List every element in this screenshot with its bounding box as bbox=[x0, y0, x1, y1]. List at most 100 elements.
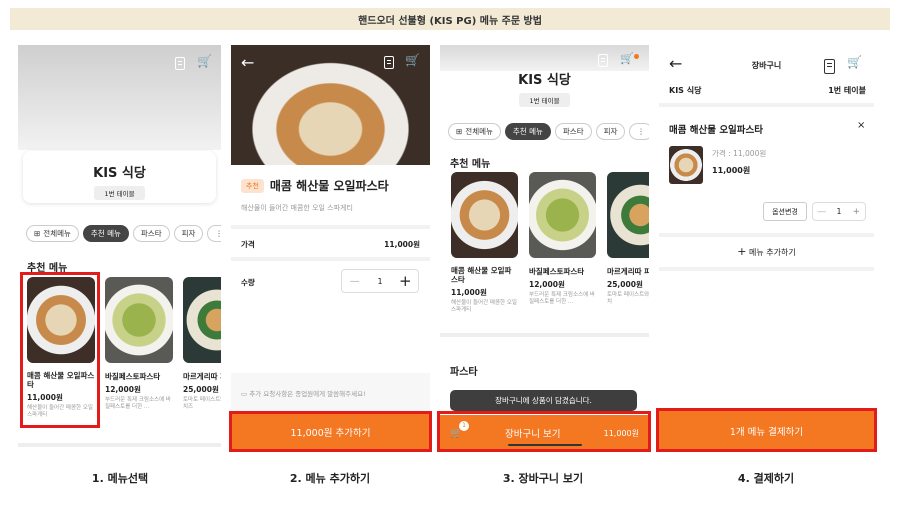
step-caption-4: 4. 결제하기 bbox=[737, 472, 795, 485]
hero-banner bbox=[440, 45, 649, 71]
cart-count-badge: 1 bbox=[459, 420, 469, 431]
menu-card[interactable]: 마르게리따 피자 25,000원 토마토 페이스트와 모짜렐라 치즈 bbox=[183, 277, 221, 411]
item-price-line: 가격 : 11,000원 bbox=[712, 149, 767, 158]
step-caption-3: 3. 장바구니 보기 bbox=[502, 472, 584, 485]
add-more-menu-button[interactable]: + 메뉴 추가하기 bbox=[659, 245, 874, 258]
tab-more[interactable]: ⋮ bbox=[629, 123, 649, 140]
tab-pasta[interactable]: 파스타 bbox=[132, 225, 170, 242]
menu-desc: 부드러운 특제 크림소스에 바질페스토를 더한 ... bbox=[105, 397, 171, 411]
plus-button[interactable]: + bbox=[848, 207, 865, 217]
menu-desc: 부드러운 특제 크림소스에 바질페스토를 더한 ... bbox=[529, 292, 595, 306]
qty-value: 1 bbox=[377, 276, 383, 286]
menu-desc: 토마토 페이스트와 모짜렐라 치 bbox=[607, 292, 649, 306]
cart-icon[interactable]: 🛒 bbox=[405, 53, 420, 67]
tab-pizza[interactable]: 피자 bbox=[173, 225, 204, 242]
plus-button[interactable]: + bbox=[393, 272, 418, 290]
cart-total: 11,000원 bbox=[603, 428, 639, 438]
step-caption-2: 2. 메뉴 추가하기 bbox=[289, 472, 371, 485]
divider bbox=[659, 103, 874, 107]
tab-recommend[interactable]: 추천 메뉴 bbox=[82, 225, 129, 242]
step-caption-1: 1. 메뉴선택 bbox=[91, 472, 149, 485]
view-cart-label: 장바구니 보기 bbox=[505, 429, 561, 440]
receipt-icon[interactable] bbox=[384, 56, 394, 69]
menu-name: 바질페스토파스타 bbox=[529, 267, 585, 276]
menu-title: 매콤 해산물 오일파스타 bbox=[269, 179, 389, 193]
cart-icon[interactable]: 🛒 bbox=[847, 55, 862, 69]
tab-more[interactable]: ⋮ bbox=[207, 225, 221, 242]
cart-icon[interactable]: 🛒 bbox=[197, 54, 212, 68]
receipt-icon[interactable] bbox=[598, 54, 608, 67]
panel-cart-view: 🛒 KIS 식당 1번 테이블 ⊞ 전체메뉴 추천 메뉴 파스타 피자 ⋮ 추천 … bbox=[440, 45, 649, 455]
divider bbox=[659, 267, 874, 271]
category-tabs: ⊞ 전체메뉴 추천 메뉴 파스타 피자 ⋮ bbox=[26, 225, 221, 242]
divider bbox=[231, 257, 430, 261]
toast-message: 장바구니에 상품이 담겼습니다. bbox=[450, 390, 637, 411]
menu-price: 12,000원 bbox=[105, 385, 141, 394]
checkout-button[interactable]: 1개 메뉴 결제하기 bbox=[659, 411, 874, 451]
section-title-pasta: 파스타 bbox=[450, 367, 478, 378]
table-badge: 1번 테이블 bbox=[519, 93, 570, 107]
section-title: 추천 메뉴 bbox=[450, 159, 491, 170]
cart-dot bbox=[634, 54, 639, 59]
cart-title: 장바구니 bbox=[751, 61, 782, 70]
minus-button[interactable]: — bbox=[342, 276, 367, 287]
restaurant-card: KIS 식당 1번 테이블 bbox=[23, 151, 216, 203]
menu-price: 12,000원 bbox=[529, 280, 565, 289]
menu-card[interactable]: 바질페스토파스타 12,000원 부드러운 특제 크림소스에 바질페스토를 더한… bbox=[105, 277, 173, 411]
guide-title: 핸드오더 선불형 (KIS PG) 메뉴 주문 방법 bbox=[10, 8, 890, 30]
cart-icon: 🛒 1 bbox=[450, 420, 469, 439]
menu-price: 25,000원 bbox=[607, 280, 643, 289]
notice-text: 추가 요청사항은 종업원에게 말씀해주세요! bbox=[249, 390, 366, 398]
qty-value: 1 bbox=[836, 207, 842, 216]
tab-pasta[interactable]: 파스타 bbox=[554, 123, 592, 140]
menu-card[interactable]: 매콤 해산물 오일파스타 11,000원 해산물이 들어간 매콤한 오일 스파게… bbox=[27, 277, 95, 419]
menu-name: 바질페스토파스타 bbox=[105, 372, 161, 381]
restaurant-name: KIS 식당 bbox=[669, 86, 702, 95]
menu-price: 25,000원 bbox=[183, 385, 219, 394]
tab-recommend[interactable]: 추천 메뉴 bbox=[504, 123, 551, 140]
item-price: 11,000원 bbox=[712, 166, 751, 175]
tab-pizza[interactable]: 피자 bbox=[595, 123, 626, 140]
plus-icon: + bbox=[737, 245, 747, 258]
divider bbox=[18, 443, 221, 447]
price-label: 가격 bbox=[241, 240, 255, 249]
menu-card[interactable]: 마르게리따 피 25,000원 토마토 페이스트와 모짜렐라 치 bbox=[607, 172, 649, 306]
menu-price: 11,000원 bbox=[27, 392, 63, 402]
grid-icon: ⊞ bbox=[34, 229, 41, 238]
quantity-stepper[interactable]: — 1 + bbox=[812, 202, 866, 221]
quantity-stepper[interactable]: — 1 + bbox=[341, 269, 419, 293]
menu-name: 매콤 해산물 오일파스타 bbox=[451, 266, 512, 285]
menu-desc: 해산물이 들어간 매콤한 오일 스파게티 bbox=[27, 404, 93, 418]
menu-card[interactable]: 매콤 해산물 오일파스타 11,000원 해산물이 들어간 매콤한 오일 스파게… bbox=[451, 172, 518, 314]
pizza-image bbox=[607, 172, 649, 258]
menu-card[interactable]: 바질페스토파스타 12,000원 부드러운 특제 크림소스에 바질페스토를 더한… bbox=[529, 172, 596, 306]
menu-desc: 토마토 페이스트와 모짜렐라 치즈 bbox=[183, 397, 221, 411]
tab-all[interactable]: ⊞ 전체메뉴 bbox=[26, 225, 79, 242]
add-to-cart-button[interactable]: 11,000원 추가하기 bbox=[231, 413, 430, 451]
option-change-button[interactable]: 옵션변경 bbox=[763, 202, 807, 221]
restaurant-name: KIS 식당 bbox=[518, 73, 571, 88]
divider bbox=[231, 225, 430, 229]
menu-price: 11,000원 bbox=[451, 287, 487, 297]
notice-area: ▭ 추가 요청사항은 종업원에게 말씀해주세요! bbox=[231, 373, 430, 413]
menu-photo bbox=[231, 45, 430, 165]
pasta-image bbox=[105, 277, 173, 363]
store-row: KIS 식당 1번 테이블 bbox=[669, 85, 866, 96]
pasta-image bbox=[451, 172, 518, 258]
receipt-icon[interactable] bbox=[175, 57, 185, 70]
cart-icon[interactable]: 🛒 bbox=[620, 52, 634, 65]
menu-name: 마르게리따 피 bbox=[607, 267, 649, 276]
receipt-icon[interactable] bbox=[824, 59, 835, 74]
panel-menu-add: ← 🛒 추천 매콤 해산물 오일파스타 해산물이 들어간 매콤한 오일 스파게티… bbox=[231, 45, 430, 455]
close-icon[interactable]: × bbox=[857, 120, 865, 131]
section-title: 추천 메뉴 bbox=[27, 263, 68, 274]
table-number: 1번 테이블 bbox=[828, 86, 866, 95]
restaurant-name: KIS 식당 bbox=[93, 166, 146, 181]
tab-all[interactable]: ⊞ 전체메뉴 bbox=[448, 123, 501, 140]
menu-description: 해산물이 들어간 매콤한 오일 스파게티 bbox=[241, 204, 353, 212]
pasta-image bbox=[529, 172, 596, 258]
table-badge: 1번 테이블 bbox=[94, 186, 145, 200]
minus-button[interactable]: — bbox=[813, 207, 830, 217]
back-arrow-icon[interactable]: ← bbox=[241, 53, 254, 72]
home-indicator bbox=[508, 444, 582, 446]
